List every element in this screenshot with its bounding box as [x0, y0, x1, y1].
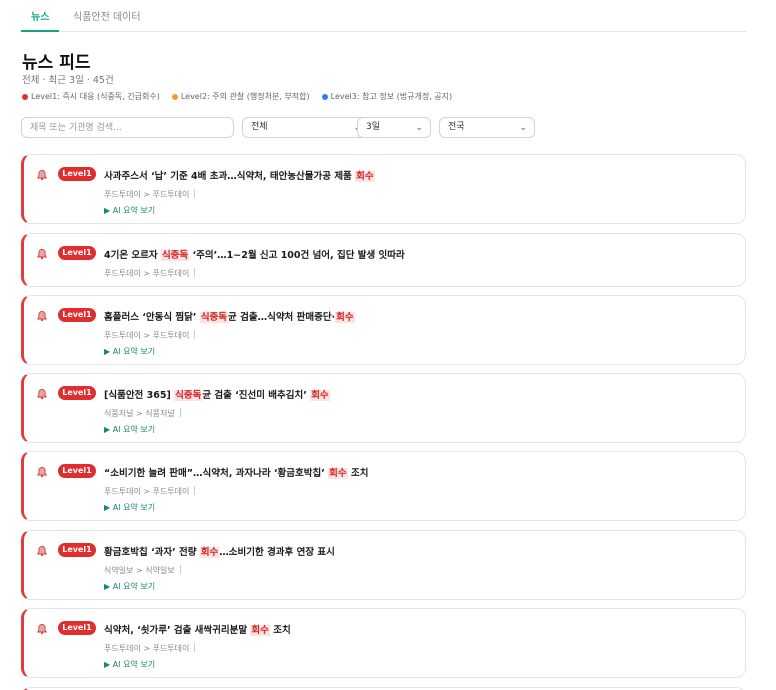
news-card[interactable]: Level1 황금호박칩 ‘과자’ 전량 회수…소비기한 경과후 연장 표시 식… [21, 530, 746, 600]
keyword-highlight: 식중독 [174, 390, 203, 401]
news-source: 푸드투데이 > 푸드투데이 [104, 486, 196, 497]
news-card[interactable]: Level1 “소비기한 늘려 판매”…식약처, 과자나라 ‘황금호박칩’ 회수… [21, 451, 746, 521]
category-select-value: 전체 [251, 122, 268, 132]
news-card[interactable]: Level1 [식품안전 365] 식중독균 검출 ‘진선미 배추김치’ 회수 … [21, 373, 746, 443]
news-source: 푸드투데이 > 푸드투데이 [104, 189, 196, 200]
level-badge: Level1 [58, 386, 96, 400]
news-source: 푸드투데이 > 푸드투데이 [104, 643, 196, 654]
alarm-bell-icon [37, 546, 47, 557]
alarm-bell-icon [37, 170, 47, 181]
news-source: 식약일보 > 식약일보 [104, 565, 181, 576]
legend-level1-label: Level1: 즉시 대응 (식중독, 긴급회수) [31, 92, 160, 101]
search-input[interactable] [21, 117, 234, 138]
tab-food-safety-data[interactable]: 식품안전 데이터 [63, 10, 151, 32]
orange-dot-icon [171, 93, 178, 100]
blue-dot-icon [321, 93, 328, 100]
alarm-bell-icon [37, 624, 47, 635]
keyword-highlight: 회수 [310, 390, 330, 401]
legend-level2: Level2: 주의 관찰 (행정처분, 부적합) [171, 91, 310, 102]
alarm-bell-icon [37, 389, 47, 400]
news-title[interactable]: 사과주스서 ‘납’ 기준 4배 초과…식약처, 태안농산물가공 제품 회수 [104, 168, 375, 182]
news-card[interactable]: Level1 사과주스서 ‘납’ 기준 4배 초과…식약처, 태안농산물가공 제… [21, 154, 746, 224]
news-title[interactable]: [식품안전 365] 식중독균 검출 ‘진선미 배추김치’ 회수 [104, 387, 330, 401]
news-title[interactable]: 황금호박칩 ‘과자’ 전량 회수…소비기한 경과후 연장 표시 [104, 544, 335, 558]
level-badge: Level1 [58, 543, 96, 557]
news-source: 식품저널 > 식품저널 [104, 408, 181, 419]
red-dot-icon [22, 93, 28, 100]
ai-summary-toggle[interactable]: ▶ AI 요약 보기 [104, 502, 155, 513]
legend-level2-label: Level2: 주의 관찰 (행정처분, 부적합) [180, 92, 310, 101]
level-badge: Level1 [58, 464, 96, 478]
alarm-bell-icon [37, 467, 47, 478]
feed-meta: 전체 · 최근 3일 · 45건 [22, 75, 114, 86]
news-card[interactable]: Level1 홈플러스 ‘안동식 찜닭’ 식중독균 검출…식약처 판매중단·회수… [21, 295, 746, 365]
news-card[interactable]: Level1 4기온 오르자 식중독 ‘주의’…1~2월 신고 100건 넘어,… [21, 233, 746, 287]
news-title[interactable]: 4기온 오르자 식중독 ‘주의’…1~2월 신고 100건 넘어, 집단 발생 … [104, 247, 405, 261]
level-legend: Level1: 즉시 대응 (식중독, 긴급회수) Level2: 주의 관찰 … [22, 91, 452, 102]
news-title[interactable]: 식약처, ‘쇳가루’ 검출 새싹귀리분말 회수 조치 [104, 622, 291, 636]
keyword-highlight: 회수 [250, 625, 270, 636]
level-badge: Level1 [58, 167, 96, 181]
ai-summary-toggle[interactable]: ▶ AI 요약 보기 [104, 205, 155, 216]
keyword-highlight: 회수 [335, 312, 355, 323]
region-select-value: 전국 [448, 122, 465, 132]
chevron-down-icon: ⌄ [415, 123, 423, 133]
ai-summary-toggle[interactable]: ▶ AI 요약 보기 [104, 581, 155, 592]
legend-level3: Level3: 참고 정보 (법규개정, 공지) [321, 91, 453, 102]
alarm-bell-icon [37, 311, 47, 322]
news-source: 푸드투데이 > 푸드투데이 [104, 330, 196, 341]
keyword-highlight: 회수 [199, 547, 220, 558]
tab-news[interactable]: 뉴스 [21, 10, 60, 32]
news-card[interactable]: Level1 식약처, ‘쇳가루’ 검출 새싹귀리분말 회수 조치 푸드투데이 … [21, 608, 746, 678]
page-title: 뉴스 피드 [22, 53, 91, 73]
legend-level1: Level1: 즉시 대응 (식중독, 긴급회수) [22, 91, 160, 102]
ai-summary-toggle[interactable]: ▶ AI 요약 보기 [104, 424, 155, 435]
news-title[interactable]: 홈플러스 ‘안동식 찜닭’ 식중독균 검출…식약처 판매중단·회수 [104, 309, 355, 323]
chevron-down-icon: ⌄ [519, 123, 527, 133]
news-source: 푸드투데이 > 푸드투데이 [104, 268, 196, 279]
region-select[interactable]: 전국 ⌄ [439, 117, 535, 138]
category-select[interactable]: 전체 ⌄ [242, 117, 369, 138]
level-badge: Level1 [58, 308, 96, 322]
keyword-highlight: 식중독 [160, 250, 190, 261]
level-badge: Level1 [58, 246, 96, 260]
ai-summary-toggle[interactable]: ▶ AI 요약 보기 [104, 346, 155, 357]
keyword-highlight: 식중독 [199, 312, 229, 323]
tab-bar: 뉴스 식품안전 데이터 [21, 0, 746, 32]
news-title[interactable]: “소비기한 늘려 판매”…식약처, 과자나라 ‘황금호박칩’ 회수 조치 [104, 465, 368, 479]
keyword-highlight: 회수 [328, 468, 348, 479]
keyword-highlight: 회수 [355, 171, 375, 182]
legend-level3-label: Level3: 참고 정보 (법규개정, 공지) [330, 92, 453, 101]
alarm-bell-icon [37, 249, 47, 260]
period-select-value: 3일 [366, 122, 381, 132]
ai-summary-toggle[interactable]: ▶ AI 요약 보기 [104, 659, 155, 670]
period-select[interactable]: 3일 ⌄ [357, 117, 431, 138]
level-badge: Level1 [58, 621, 96, 635]
